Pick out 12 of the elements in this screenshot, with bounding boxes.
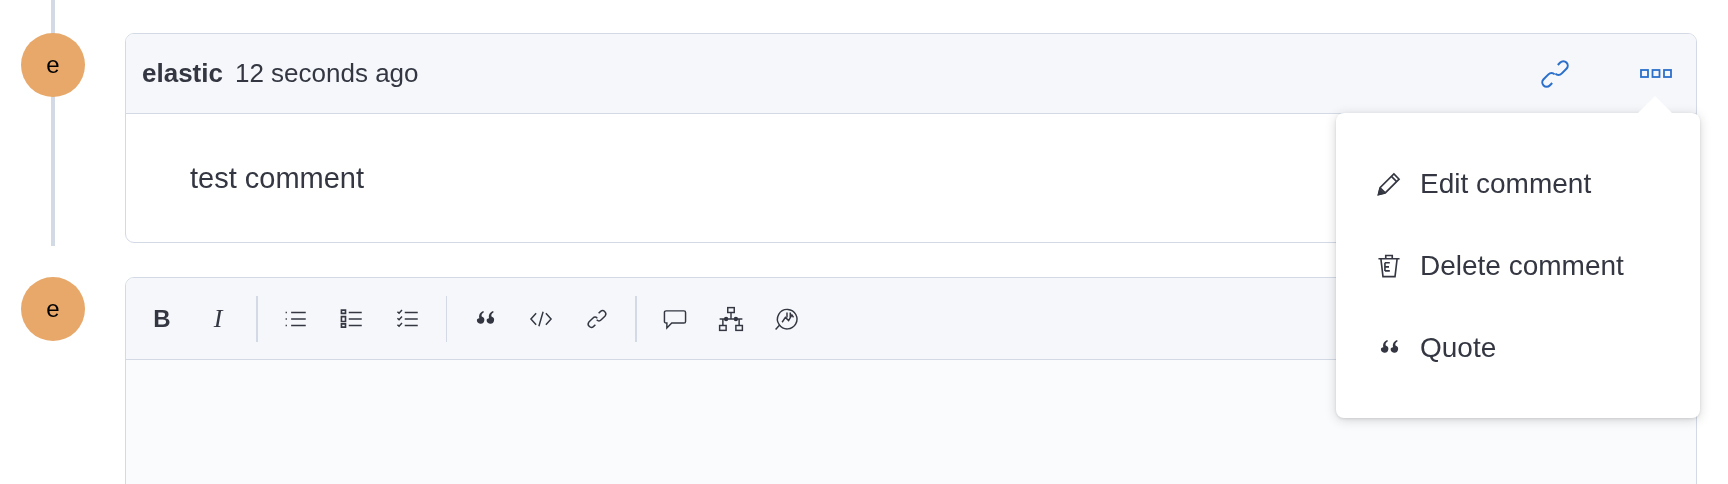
- pencil-icon: [1376, 170, 1402, 197]
- menu-item[interactable]: Quote: [1376, 327, 1497, 368]
- menu-item[interactable]: Edit comment: [1376, 163, 1592, 204]
- author-name: elastic: [142, 58, 223, 89]
- italic-button[interactable]: I: [196, 296, 240, 341]
- avatar: e: [21, 33, 85, 97]
- avatar: e: [21, 277, 85, 341]
- trash-icon: [1376, 252, 1402, 279]
- bold-button[interactable]: B: [140, 296, 184, 341]
- timestamp: 12 seconds ago: [234, 58, 419, 89]
- comment-text: test comment: [190, 161, 365, 195]
- menu-item[interactable]: Delete comment: [1376, 245, 1624, 286]
